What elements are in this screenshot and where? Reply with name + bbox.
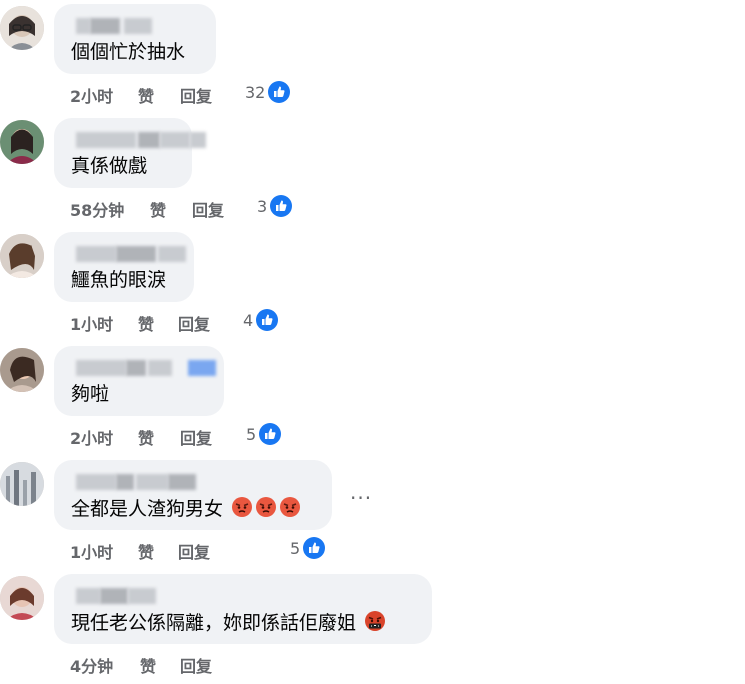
avatar[interactable] bbox=[0, 348, 44, 392]
avatar[interactable] bbox=[0, 234, 44, 278]
like-reaction-icon bbox=[303, 537, 326, 559]
like-button[interactable]: 赞 bbox=[138, 425, 154, 449]
comment-bubble: 個個忙於抽水 bbox=[54, 4, 216, 74]
author-name-redacted[interactable] bbox=[76, 360, 216, 376]
avatar[interactable] bbox=[0, 120, 44, 164]
like-reaction-icon bbox=[270, 195, 293, 217]
like-reaction-icon bbox=[268, 81, 291, 103]
reaction-count: 3 bbox=[257, 196, 268, 216]
author-name-redacted[interactable] bbox=[76, 246, 186, 262]
reply-button[interactable]: 回复 bbox=[180, 425, 212, 449]
reaction-count: 5 bbox=[246, 424, 257, 444]
cursing-face-icon bbox=[364, 610, 386, 638]
avatar[interactable] bbox=[0, 462, 44, 506]
comment-time[interactable]: 2小时 bbox=[70, 425, 113, 449]
reaction-summary[interactable]: 4 bbox=[243, 308, 279, 332]
reaction-summary[interactable]: 3 bbox=[257, 194, 293, 218]
comment-text: 夠啦 bbox=[71, 383, 110, 405]
comment-time[interactable]: 1小时 bbox=[70, 539, 113, 563]
reply-button[interactable]: 回复 bbox=[180, 83, 212, 107]
avatar[interactable] bbox=[0, 576, 44, 620]
comment-time[interactable]: 4分钟 bbox=[70, 653, 113, 677]
reaction-count: 32 bbox=[245, 82, 266, 102]
angry-face-icon bbox=[231, 496, 253, 524]
comment-item: 真係做戲 58分钟 赞 回复 3 bbox=[0, 114, 745, 228]
reply-button[interactable]: 回复 bbox=[192, 197, 224, 221]
comment-bubble: 夠啦 bbox=[54, 346, 224, 416]
comment-time[interactable]: 2小时 bbox=[70, 83, 113, 107]
comment-time[interactable]: 58分钟 bbox=[70, 197, 124, 221]
comment-text: 個個忙於抽水 bbox=[71, 41, 186, 63]
author-name-redacted[interactable] bbox=[76, 18, 152, 34]
author-name-redacted[interactable] bbox=[76, 474, 196, 490]
avatar[interactable] bbox=[0, 6, 44, 50]
comment-text: 鱷魚的眼淚 bbox=[71, 269, 167, 291]
like-reaction-icon bbox=[259, 423, 282, 445]
more-options-icon[interactable]: ··· bbox=[350, 488, 372, 508]
like-button[interactable]: 赞 bbox=[150, 197, 166, 221]
like-reaction-icon bbox=[256, 309, 279, 331]
reaction-summary[interactable]: 5 bbox=[290, 536, 326, 560]
reply-button[interactable]: 回复 bbox=[180, 653, 212, 677]
author-name-redacted[interactable] bbox=[76, 132, 206, 148]
reaction-count: 5 bbox=[290, 538, 301, 558]
comment-text: 全都是人渣狗男女 bbox=[71, 496, 301, 524]
comment-time[interactable]: 1小时 bbox=[70, 311, 113, 335]
reaction-count: 4 bbox=[243, 310, 254, 330]
comment-item: 夠啦 2小时 赞 回复 5 bbox=[0, 342, 745, 456]
comment-text: 現任老公係隔離，妳即係話佢廢姐 bbox=[71, 610, 386, 638]
reaction-summary[interactable]: 32 bbox=[245, 80, 291, 104]
comment-bubble: 現任老公係隔離，妳即係話佢廢姐 bbox=[54, 574, 432, 644]
reaction-summary[interactable]: 5 bbox=[246, 422, 282, 446]
like-button[interactable]: 赞 bbox=[138, 539, 154, 563]
comment-text: 真係做戲 bbox=[71, 155, 148, 177]
comment-bubble: 鱷魚的眼淚 bbox=[54, 232, 194, 302]
comment-bubble: 全都是人渣狗男女 bbox=[54, 460, 332, 530]
comment-item: 個個忙於抽水 2小时 赞 回复 32 bbox=[0, 0, 745, 114]
author-name-redacted[interactable] bbox=[76, 588, 156, 604]
like-button[interactable]: 赞 bbox=[138, 83, 154, 107]
comment-item: 全都是人渣狗男女 ··· 1小时 赞 回复 5 bbox=[0, 456, 745, 570]
comment-text-content: 全都是人渣狗男女 bbox=[71, 498, 224, 520]
comment-item: 現任老公係隔離，妳即係話佢廢姐 4分钟 赞 回复 bbox=[0, 570, 745, 684]
comment-item: 鱷魚的眼淚 1小时 赞 回复 4 bbox=[0, 228, 745, 342]
like-button[interactable]: 赞 bbox=[140, 653, 156, 677]
like-button[interactable]: 赞 bbox=[138, 311, 154, 335]
angry-face-icon bbox=[255, 496, 277, 524]
angry-face-icon bbox=[279, 496, 301, 524]
comment-text-content: 現任老公係隔離，妳即係話佢廢姐 bbox=[71, 612, 357, 634]
comment-bubble: 真係做戲 bbox=[54, 118, 206, 188]
reply-button[interactable]: 回复 bbox=[178, 311, 210, 335]
reply-button[interactable]: 回复 bbox=[178, 539, 210, 563]
